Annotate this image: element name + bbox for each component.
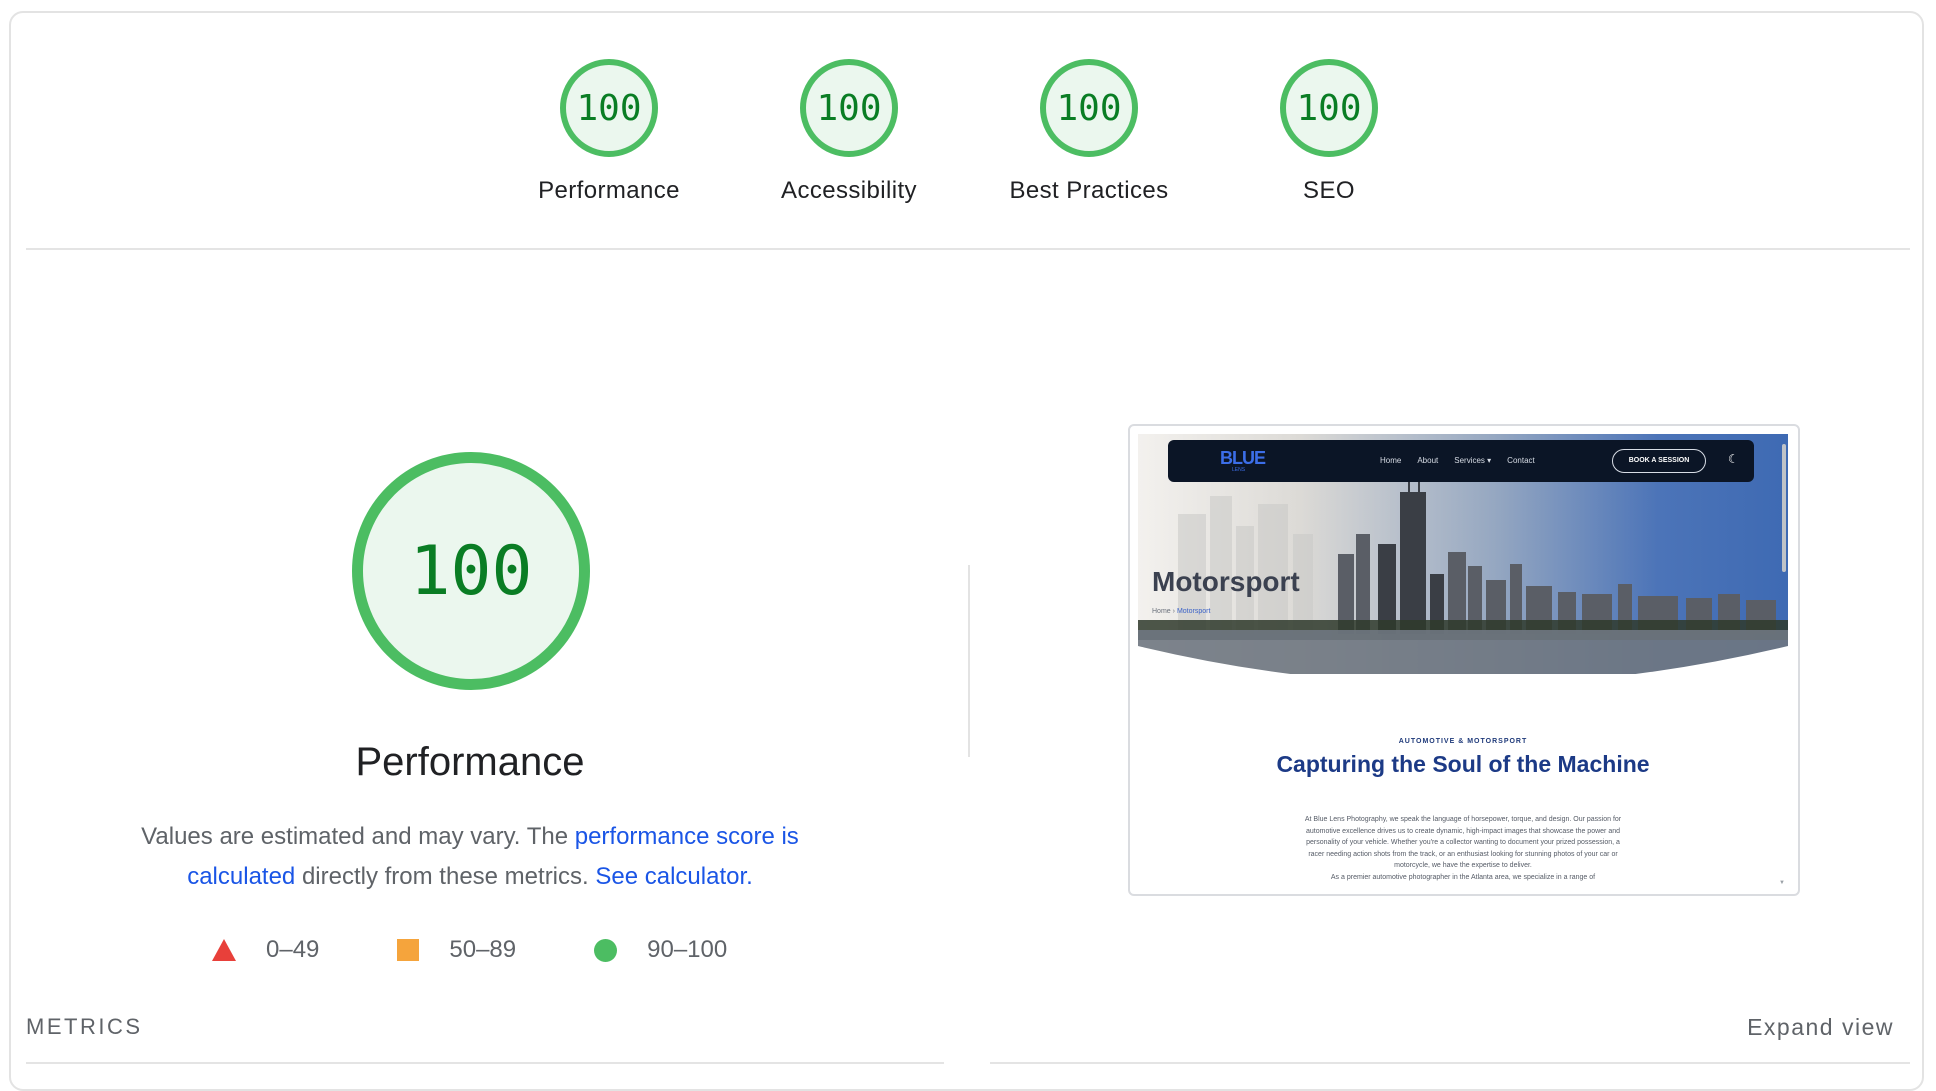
hero-title: Motorsport (1152, 566, 1300, 597)
gauge-best-practices[interactable]: 100 Best Practices (989, 59, 1189, 205)
site-navbar: BLUE LENS Home About Services ▾ Contact … (1168, 440, 1754, 482)
circle-icon (594, 938, 618, 962)
metrics-divider-right (990, 1062, 1910, 1064)
gauge-label: Accessibility (781, 177, 917, 204)
metrics-divider-left (26, 1062, 944, 1064)
section-eyebrow: AUTOMOTIVE & MOTORSPORT (1398, 738, 1528, 745)
gauge-label: Best Practices (1009, 177, 1169, 204)
gauge-performance[interactable]: 100 Performance (509, 59, 709, 205)
score-ring: 100 (1280, 59, 1378, 157)
performance-score: 100 (409, 531, 533, 611)
hero-banner: BLUE LENS Home About Services ▾ Contact … (1138, 434, 1788, 674)
screenshot-scrollbar (1782, 444, 1786, 572)
score-value: 100 (816, 87, 882, 129)
body-paragraph-2: As a premier automotive photographer in … (1330, 873, 1596, 881)
book-session-button: BOOK A SESSION (1612, 449, 1706, 473)
moon-icon: ☾ (1728, 452, 1739, 466)
score-value: 100 (1296, 87, 1362, 129)
legend-pass: 90–100 (594, 936, 727, 964)
crumb-current: Motorsport (1176, 608, 1211, 615)
breadcrumb: Home › Motorsport (1152, 608, 1210, 615)
crumb-separator: › (1172, 608, 1175, 615)
score-ring: 100 (800, 59, 898, 157)
section-body: At Blue Lens Photography, we speak the l… (1303, 814, 1623, 883)
metrics-heading: METRICS (26, 1014, 143, 1039)
legend-range: 90–100 (647, 936, 728, 963)
final-screenshot[interactable]: BLUE LENS Home About Services ▾ Contact … (1128, 424, 1800, 896)
crumb-home: Home (1152, 608, 1171, 615)
score-ring: 100 (1040, 59, 1138, 157)
performance-title: Performance (355, 740, 585, 784)
performance-description: Values are estimated and may vary. The p… (100, 817, 840, 897)
site-nav-links: Home About Services ▾ Contact (1380, 456, 1535, 465)
legend-fail: 0–49 (212, 936, 319, 964)
legend-range: 50–89 (449, 936, 517, 963)
see-calculator-link[interactable]: See calculator. (595, 863, 752, 890)
square-icon (397, 939, 420, 961)
header-divider (26, 248, 1910, 250)
gauge-label: SEO (1303, 177, 1355, 204)
score-ring: 100 (560, 59, 658, 157)
scroll-down-icon: ▼ (1779, 880, 1785, 886)
body-paragraph: At Blue Lens Photography, we speak the l… (1304, 816, 1622, 869)
desc-prefix: Values are estimated and may vary. The (141, 823, 575, 850)
vertical-separator (968, 565, 970, 757)
desc-middle: directly from these metrics. (295, 863, 596, 890)
nav-link-contact: Contact (1507, 456, 1535, 465)
score-value: 100 (576, 87, 642, 129)
nav-link-home: Home (1380, 456, 1402, 465)
gauge-seo[interactable]: 100 SEO (1229, 59, 1429, 205)
screenshot-page: BLUE LENS Home About Services ▾ Contact … (1138, 434, 1788, 890)
gauge-label: Performance (538, 177, 680, 204)
performance-gauge-large: 100 (352, 452, 590, 690)
section-heading: Capturing the Soul of the Machine (1276, 751, 1650, 777)
legend-average: 50–89 (397, 936, 516, 964)
expand-view-toggle[interactable]: Expand view (1747, 1014, 1894, 1041)
triangle-icon (212, 939, 236, 961)
site-logo: BLUE (1220, 448, 1266, 468)
score-value: 100 (1056, 87, 1122, 129)
nav-link-about: About (1417, 456, 1439, 465)
nav-link-services: Services ▾ (1454, 456, 1492, 465)
score-legend: 0–49 50–89 90–100 (212, 936, 727, 964)
site-logo-sub: LENS (1232, 467, 1246, 473)
gauge-accessibility[interactable]: 100 Accessibility (749, 59, 949, 205)
legend-range: 0–49 (266, 936, 320, 963)
